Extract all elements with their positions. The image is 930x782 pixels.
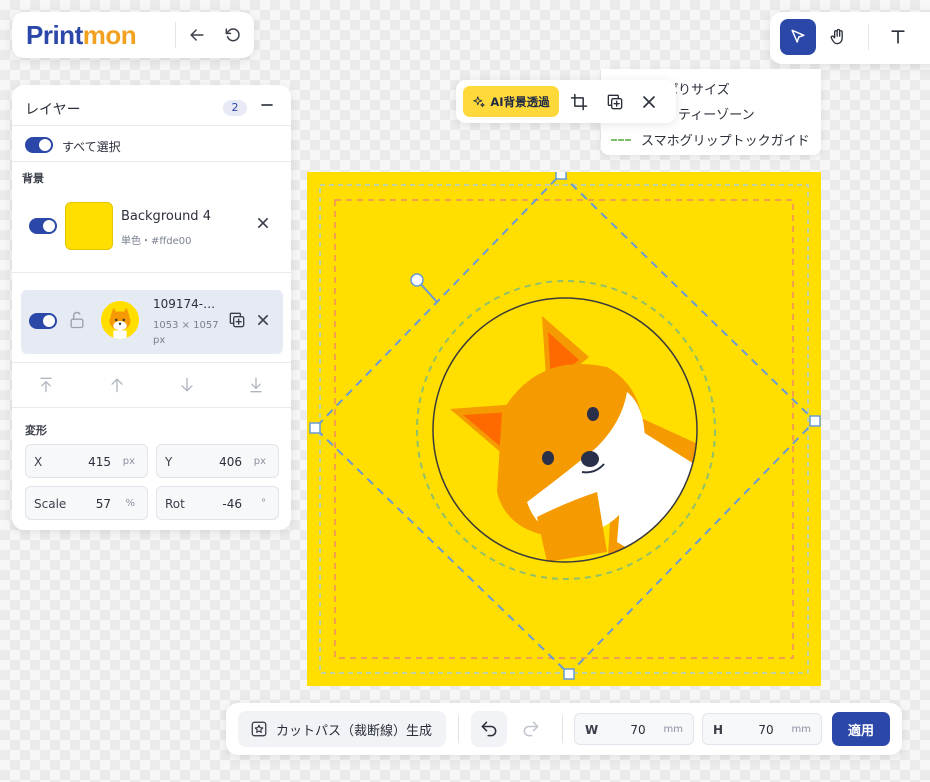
resize-handle-right[interactable] — [809, 415, 821, 427]
undo-icon — [481, 721, 497, 737]
printmon-logo: Printmon — [26, 20, 137, 50]
artboard[interactable] — [307, 168, 821, 686]
move-down-button[interactable] — [172, 370, 202, 400]
background-section-label: 背景 — [22, 172, 44, 185]
tools-panel — [770, 12, 930, 64]
resize-handle-top[interactable] — [555, 168, 567, 180]
copy-plus-icon — [607, 94, 623, 110]
divider — [12, 407, 291, 408]
bottom-toolbar: カットパス（裁断線）生成 W 70 mm H 70 mm 適用 — [226, 703, 902, 755]
image-layer-unit: px — [153, 335, 166, 346]
select-all-toggle[interactable] — [25, 137, 53, 153]
resize-handle-bottom[interactable] — [563, 668, 575, 680]
x-position-field[interactable]: X 415 px — [25, 444, 148, 478]
redo-icon — [523, 721, 539, 737]
shiba-thumbnail-icon — [101, 301, 139, 339]
y-position-field[interactable]: Y 406 px — [156, 444, 279, 478]
apply-button[interactable]: 適用 — [832, 712, 890, 746]
divider — [562, 715, 563, 743]
rotation-field[interactable]: Rot -46 ° — [156, 486, 279, 520]
divider — [12, 272, 291, 273]
transform-section-label: 変形 — [25, 424, 47, 437]
divider — [12, 125, 291, 126]
layer-panel-title: レイヤー — [25, 102, 81, 118]
arrow-up-icon — [111, 378, 123, 393]
copy-plus-icon — [229, 312, 245, 328]
rotate-ccw-icon — [225, 28, 240, 42]
resize-handle-left[interactable] — [309, 422, 321, 434]
generate-cutpath-button[interactable]: カットパス（裁断線）生成 — [238, 711, 446, 747]
background-color-swatch[interactable] — [65, 202, 113, 250]
rotation-handle[interactable] — [410, 273, 424, 287]
move-to-bottom-button[interactable] — [241, 370, 271, 400]
close-icon — [258, 315, 268, 325]
layer-panel: レイヤー 2 すべて選択 背景 Background 4 単色・#ffde00 — [12, 85, 291, 530]
artboard-canvas[interactable] — [307, 168, 821, 686]
arrow-left-icon — [190, 29, 204, 41]
select-tool-button[interactable] — [780, 19, 816, 55]
image-toolbar: AI背景透過 — [456, 80, 676, 123]
dashed-line-swatch — [611, 138, 631, 141]
select-all-label: すべて選択 — [62, 140, 121, 154]
divider — [868, 24, 869, 50]
duplicate-layer-button[interactable] — [224, 307, 250, 333]
close-icon — [258, 218, 268, 228]
redo-button[interactable] — [513, 711, 549, 747]
crop-icon — [570, 93, 588, 111]
ai-background-removal-button[interactable]: AI背景透過 — [463, 86, 559, 117]
guide-item-safety-zone[interactable]: ィティーゾーン — [665, 104, 755, 123]
arrow-down-icon — [181, 377, 193, 392]
image-visibility-toggle[interactable] — [29, 313, 57, 329]
close-icon — [643, 96, 655, 108]
divider — [458, 715, 459, 743]
divider — [175, 22, 176, 48]
background-layer-subtitle: 単色・#ffde00 — [121, 236, 192, 247]
guide-item-grip-guide[interactable]: スマホグリップトックガイド — [611, 130, 810, 149]
collapse-panel-button[interactable] — [252, 90, 282, 120]
minus-icon — [261, 104, 273, 106]
image-layer-name: 109174-… — [153, 297, 216, 311]
divider — [12, 161, 291, 162]
background-layer-name: Background 4 — [121, 209, 211, 224]
divider — [12, 362, 291, 363]
unlock-icon — [70, 311, 84, 329]
duplicate-button[interactable] — [598, 85, 632, 119]
crop-button[interactable] — [562, 85, 596, 119]
delete-layer-button[interactable] — [250, 307, 276, 333]
cursor-icon — [791, 29, 805, 43]
logo-panel: Printmon — [12, 12, 254, 58]
hand-tool-button[interactable] — [820, 19, 856, 55]
move-to-top-button[interactable] — [31, 370, 61, 400]
height-field[interactable]: H 70 mm — [702, 713, 822, 745]
scale-field[interactable]: Scale 57 % — [25, 486, 148, 520]
arrow-up-to-line-icon — [40, 377, 52, 393]
undo-button[interactable] — [471, 711, 507, 747]
image-layer-dimensions: 1053 × 1057 — [153, 320, 219, 331]
text-tool-button[interactable] — [880, 19, 916, 55]
background-visibility-toggle[interactable] — [29, 218, 57, 234]
close-toolbar-button[interactable] — [632, 85, 666, 119]
width-field[interactable]: W 70 mm — [574, 713, 694, 745]
reset-button[interactable] — [216, 18, 250, 52]
cutpath-icon — [251, 721, 267, 737]
layer-count-badge: 2 — [223, 100, 247, 116]
hand-icon — [830, 28, 843, 45]
delete-background-button[interactable] — [249, 209, 277, 237]
sparkle-icon — [473, 95, 486, 107]
back-button[interactable] — [180, 18, 214, 52]
arrow-down-to-line-icon — [250, 377, 262, 393]
move-up-button[interactable] — [102, 370, 132, 400]
image-layer-thumbnail — [101, 301, 139, 339]
text-icon — [891, 30, 905, 44]
lock-button[interactable] — [65, 305, 89, 335]
